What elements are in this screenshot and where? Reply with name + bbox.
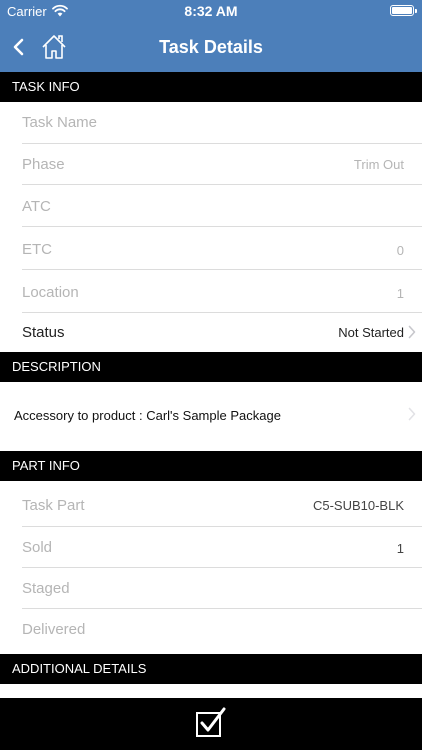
etc-row[interactable]: ETC 0 bbox=[0, 227, 422, 270]
staged-label: Staged bbox=[22, 580, 70, 597]
status-label: Status bbox=[22, 324, 65, 341]
navigation-bar: Task Details bbox=[0, 22, 422, 72]
section-header-part-info: PART INFO bbox=[0, 451, 422, 481]
section-header-task-info: TASK INFO bbox=[0, 72, 422, 102]
location-label: Location bbox=[22, 284, 79, 301]
status-value: Not Started bbox=[338, 325, 404, 340]
task-part-value: C5-SUB10-BLK bbox=[312, 498, 404, 513]
delivered-label: Delivered bbox=[22, 621, 86, 638]
task-name-label: Task Name bbox=[22, 114, 98, 131]
status-bar: Carrier 8:32 AM bbox=[0, 0, 422, 22]
description-row[interactable]: Accessory to product : Carl's Sample Pac… bbox=[0, 383, 422, 451]
battery-icon bbox=[390, 5, 417, 16]
status-row[interactable]: Status Not Started bbox=[0, 313, 422, 352]
chevron-right-icon bbox=[408, 325, 416, 339]
sold-label: Sold bbox=[22, 539, 53, 556]
phase-value: Trim Out bbox=[353, 157, 404, 172]
etc-label: ETC bbox=[22, 241, 52, 258]
page-title: Task Details bbox=[159, 37, 263, 57]
delivered-row[interactable]: Delivered bbox=[0, 609, 422, 654]
checkbox-check-icon[interactable] bbox=[195, 707, 227, 739]
location-row[interactable]: Location 1 bbox=[0, 270, 422, 313]
etc-value: 0 bbox=[396, 243, 404, 258]
sold-row[interactable]: Sold 1 bbox=[0, 527, 422, 568]
phase-row[interactable]: Phase Trim Out bbox=[0, 144, 422, 185]
atc-row[interactable]: ATC bbox=[0, 185, 422, 227]
task-part-row[interactable]: Task Part C5-SUB10-BLK bbox=[0, 481, 422, 527]
sold-value: 1 bbox=[396, 541, 404, 556]
section-header-description: DESCRIPTION bbox=[0, 352, 422, 382]
status-time: 8:32 AM bbox=[184, 3, 238, 19]
chevron-right-icon bbox=[408, 407, 416, 421]
location-value: 1 bbox=[396, 286, 404, 301]
staged-row[interactable]: Staged bbox=[0, 568, 422, 609]
phase-label: Phase bbox=[22, 156, 65, 173]
task-part-label: Task Part bbox=[22, 497, 85, 514]
section-header-additional-details: ADDITIONAL DETAILS bbox=[0, 654, 422, 684]
bottom-toolbar bbox=[0, 698, 422, 750]
atc-label: ATC bbox=[22, 198, 51, 215]
description-text: Accessory to product : Carl's Sample Pac… bbox=[14, 408, 281, 423]
task-name-row[interactable]: Task Name bbox=[0, 102, 422, 144]
